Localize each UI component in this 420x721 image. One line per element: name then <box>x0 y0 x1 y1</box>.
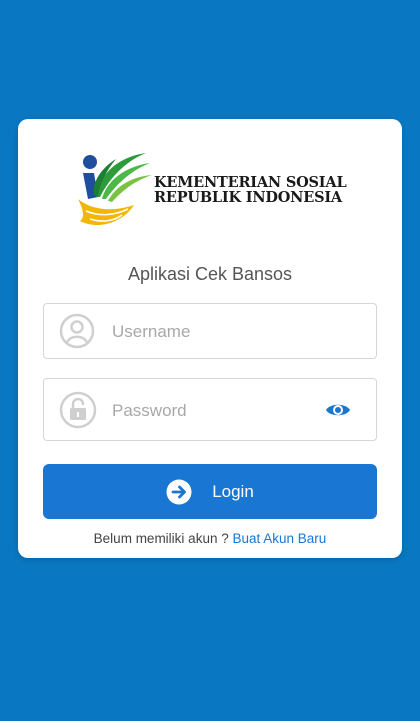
username-field[interactable] <box>43 303 377 360</box>
ministry-logo: KEMENTERIAN SOSIAL REPUBLIK INDONESIA <box>76 147 347 233</box>
arrow-right-circle-icon <box>166 479 192 505</box>
password-input[interactable] <box>110 379 314 442</box>
signup-prompt: Belum memiliki akun ? Buat Akun Baru <box>18 531 402 546</box>
username-input[interactable] <box>110 304 314 360</box>
password-field[interactable] <box>43 378 377 442</box>
signup-prompt-text: Belum memiliki akun ? <box>93 531 229 546</box>
app-title: Aplikasi Cek Bansos <box>127 264 293 284</box>
ministry-name: KEMENTERIAN SOSIAL REPUBLIK INDONESIA <box>154 174 347 206</box>
login-card: KEMENTERIAN SOSIAL REPUBLIK INDONESIA Ap… <box>18 119 402 558</box>
user-circle-icon <box>59 313 95 354</box>
login-button-label: Login <box>212 481 254 501</box>
login-button[interactable]: Login <box>43 464 377 519</box>
ministry-name-line1: KEMENTERIAN SOSIAL <box>154 174 347 191</box>
lock-circle-icon <box>59 391 97 434</box>
ministry-name-line2: REPUBLIK INDONESIA <box>154 189 342 206</box>
eye-icon[interactable] <box>325 401 351 424</box>
ministry-emblem-icon <box>78 153 152 226</box>
create-account-link[interactable]: Buat Akun Baru <box>232 531 326 546</box>
